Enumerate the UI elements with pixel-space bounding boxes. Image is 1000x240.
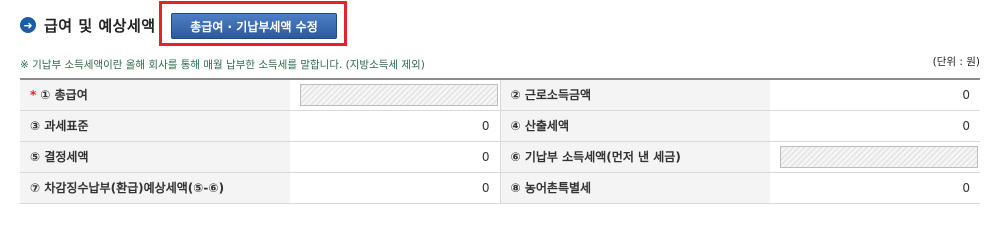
rural-special-tax-value: 0 — [770, 172, 980, 204]
unit-label: (단위 : 원) — [932, 56, 980, 68]
computed-tax-label: ④ 산출세액 — [499, 110, 770, 142]
section-title: 급여 및 예상세액 — [44, 16, 156, 35]
earned-income-label: ② 근로소득금액 — [499, 79, 770, 111]
prepaid-tax-label: ⑥ 기납부 소득세액(먼저 낸 세금) — [499, 141, 770, 173]
determined-tax-label: ⑤ 결정세액 — [20, 141, 290, 173]
expected-tax-value: 0 — [290, 172, 500, 204]
table-row: ⑤ 결정세액 0 ⑥ 기납부 소득세액(먼저 낸 세금) — [20, 141, 980, 173]
table-row: * ① 총급여 ② 근로소득금액 0 — [20, 79, 980, 111]
earned-income-value: 0 — [770, 79, 980, 111]
computed-tax-value: 0 — [770, 110, 980, 142]
rural-special-tax-label: ⑧ 농어촌특별세 — [499, 172, 770, 204]
total-salary-cell — [290, 79, 500, 111]
tax-summary-table: * ① 총급여 ② 근로소득금액 0 ③ 과세표준 0 ④ 산출세액 0 ⑤ 결정… — [20, 78, 980, 204]
table-row: ③ 과세표준 0 ④ 산출세액 0 — [20, 110, 980, 142]
expected-tax-label: ⑦ 차감징수납부(환급)예상세액(⑤-⑥) — [20, 172, 290, 204]
required-marker: * — [30, 88, 37, 103]
arrow-right-circle-icon: ➜ — [20, 17, 36, 33]
info-note: ※ 기납부 소득세액이란 올해 회사를 통해 매월 납부한 소득세를 말합니다.… — [20, 59, 425, 71]
prepaid-tax-cell — [770, 141, 980, 173]
tax-base-label: ③ 과세표준 — [20, 110, 290, 142]
total-salary-input[interactable] — [300, 83, 498, 106]
edit-salary-tax-button[interactable]: 총급여 · 기납부세액 수정 — [171, 13, 337, 39]
tax-base-value: 0 — [290, 110, 500, 142]
table-row: ⑦ 차감징수납부(환급)예상세액(⑤-⑥) 0 ⑧ 농어촌특별세 0 — [20, 172, 980, 204]
total-salary-label: * ① 총급여 — [20, 79, 290, 111]
prepaid-tax-input[interactable] — [780, 145, 978, 168]
section-header: ➜ 급여 및 예상세액 — [20, 8, 156, 42]
determined-tax-value: 0 — [290, 141, 500, 173]
